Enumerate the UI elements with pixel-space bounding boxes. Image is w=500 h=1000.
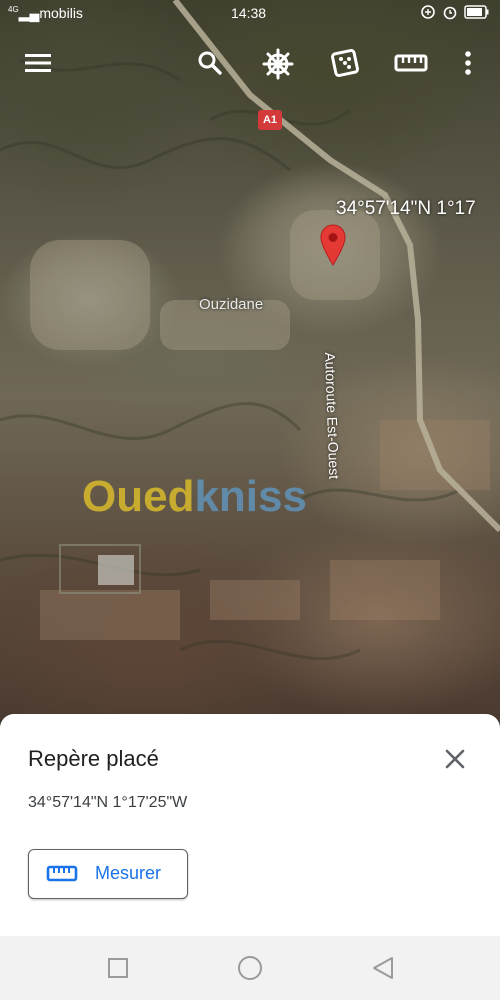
clock: 14:38 bbox=[231, 5, 267, 21]
sheet-coordinates: 34°57'14"N 1°17'25"W bbox=[28, 794, 188, 811]
status-bar: 4G▂▄mobilis 14:38 bbox=[0, 0, 500, 26]
more-vert-icon[interactable] bbox=[463, 50, 473, 76]
alarm-clock-icon bbox=[443, 6, 457, 20]
back-button[interactable] bbox=[371, 956, 395, 980]
carrier-label: 4G▂▄mobilis bbox=[8, 5, 83, 22]
menu-icon[interactable] bbox=[25, 52, 51, 74]
close-icon[interactable] bbox=[440, 744, 470, 774]
system-nav-bar bbox=[0, 936, 500, 1000]
ruler-icon bbox=[46, 865, 78, 882]
pin-coordinate-label: 34°57'14"N 1°17 bbox=[336, 198, 476, 219]
road-shield-a1: A1 bbox=[258, 110, 282, 130]
network-type: 4G bbox=[8, 5, 19, 14]
watermark-part-2: kniss bbox=[194, 472, 307, 521]
search-icon[interactable] bbox=[197, 50, 223, 76]
terrain-texture bbox=[0, 0, 500, 661]
data-saver-icon bbox=[421, 5, 435, 19]
ruler-icon[interactable] bbox=[394, 52, 428, 74]
place-label: Ouzidane bbox=[199, 296, 264, 313]
status-icons bbox=[420, 4, 490, 20]
measure-button[interactable]: Mesurer bbox=[28, 849, 188, 899]
ships-wheel-icon[interactable] bbox=[262, 48, 294, 80]
watermark-part-1: Oued bbox=[82, 472, 195, 521]
battery-icon bbox=[464, 5, 489, 19]
satellite-map[interactable]: 4G▂▄mobilis 14:38 A1 34°57'14"N 1°17 Ouz… bbox=[0, 0, 500, 720]
watermark: Ouedkniss bbox=[82, 472, 307, 522]
home-button[interactable] bbox=[237, 955, 263, 981]
carrier-name: mobilis bbox=[39, 5, 83, 21]
map-pin-icon[interactable] bbox=[319, 224, 347, 266]
sheet-title: Repère placé bbox=[28, 746, 159, 771]
placemark-sheet: Repère placé 34°57'14"N 1°17'25"W Mesure… bbox=[0, 714, 500, 936]
signal-icon: ▂▄ bbox=[18, 5, 40, 21]
dice-icon[interactable] bbox=[329, 47, 361, 79]
recent-apps-button[interactable] bbox=[107, 957, 129, 979]
measure-label: Mesurer bbox=[95, 863, 162, 883]
